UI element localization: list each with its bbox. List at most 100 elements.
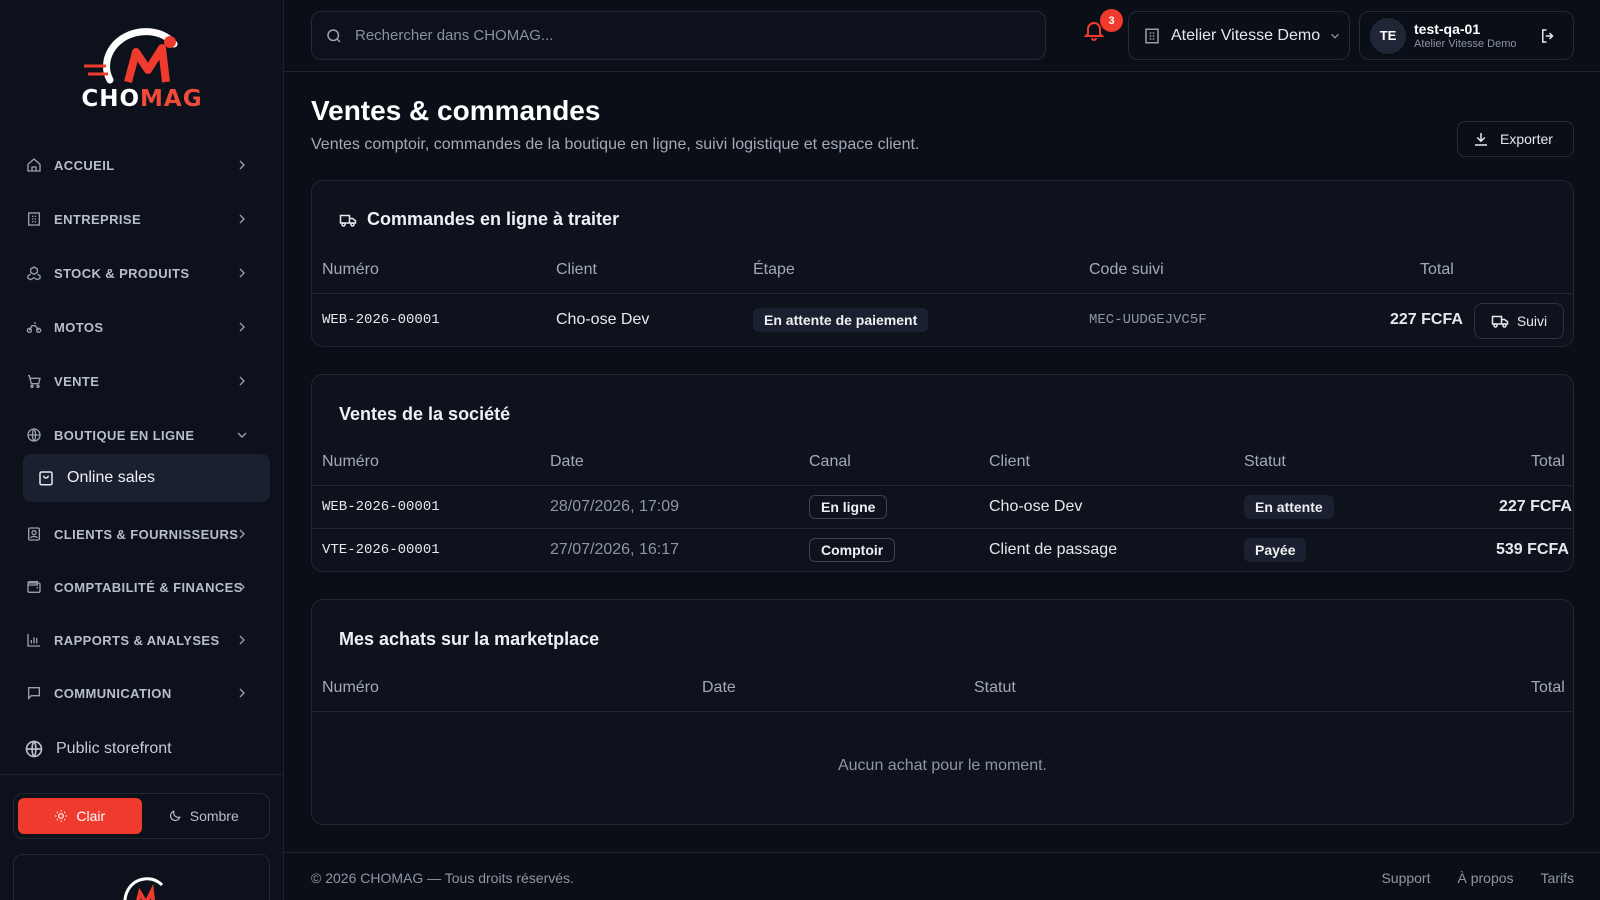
company-name: Atelier Vitesse Demo	[1171, 26, 1321, 44]
user-name: test-qa-01	[1414, 21, 1481, 37]
sidebar-item-accueil[interactable]: ACCUEIL	[24, 145, 264, 185]
track-button[interactable]: Suivi	[1474, 303, 1564, 339]
chevron-right-icon	[239, 322, 245, 332]
chevron-right-icon	[239, 635, 245, 645]
boxes-icon	[24, 263, 44, 283]
sidebar-item-label: STOCK & PRODUITS	[54, 265, 190, 281]
footer-link-pricing[interactable]: Tarifs	[1541, 870, 1574, 886]
sidebar-item-label: COMPTABILITÉ & FINANCES	[54, 579, 243, 595]
sale-number: VTE-2026-00001	[322, 542, 440, 558]
company-sales-title: Ventes de la société	[339, 404, 511, 424]
truck-icon	[1491, 315, 1509, 328]
chevron-right-icon	[239, 160, 245, 170]
column-header: Statut	[974, 679, 1016, 696]
sidebar-item-clients[interactable]: CLIENTS & FOURNISSEURS	[24, 514, 264, 554]
sale-client: Cho-ose Dev	[989, 498, 1083, 515]
chevron-right-icon	[239, 376, 245, 386]
moon-icon	[169, 810, 181, 821]
theme-toggle: Clair Sombre	[13, 793, 270, 839]
empty-state: Aucun achat pour le moment.	[837, 757, 1047, 774]
online-orders-title: Commandes en ligne à traiter	[339, 209, 619, 230]
stage-badge: En attente de paiement	[753, 308, 929, 332]
sidebar-item-label: COMMUNICATION	[54, 685, 172, 701]
sidebar-item-vente[interactable]: VENTE	[24, 361, 264, 401]
chevron-right-icon	[239, 582, 245, 592]
sidebar-item-communication[interactable]: COMMUNICATION	[24, 673, 264, 713]
row-divider	[312, 485, 1573, 486]
track-label: Suivi	[1516, 313, 1548, 329]
row-divider	[312, 711, 1573, 712]
sidebar-item-motos[interactable]: MOTOS	[24, 307, 264, 347]
logo-mark-small	[123, 877, 164, 900]
sidebar-item-stock[interactable]: STOCK & PRODUITS	[24, 253, 264, 293]
search-icon	[327, 28, 341, 43]
chomag-logo[interactable]: CHOMAG	[70, 22, 214, 118]
user-company: Atelier Vitesse Demo	[1414, 38, 1517, 50]
chevron-right-icon	[239, 214, 245, 224]
column-header: Date	[550, 453, 584, 470]
company-selector[interactable]: Atelier Vitesse Demo	[1128, 11, 1350, 60]
sidebar: CHOMAG ACCUEIL ENTREPRISE STOCK & PRODUI…	[0, 0, 284, 900]
status-badge: Payée	[1244, 538, 1307, 562]
row-divider	[312, 293, 1573, 294]
logout-icon[interactable]	[1539, 27, 1557, 45]
column-header: Date	[702, 679, 736, 696]
sidebar-item-label: CLIENTS & FOURNISSEURS	[54, 526, 239, 542]
card-title-text: Commandes en ligne à traiter	[367, 209, 620, 229]
chevron-right-icon	[239, 268, 245, 278]
theme-light-label: Clair	[76, 808, 106, 824]
page-title: Ventes & commandes	[311, 95, 601, 126]
sidebar-item-label: RAPPORTS & ANALYSES	[54, 632, 220, 648]
sale-client: Client de passage	[989, 541, 1118, 558]
order-client: Cho-ose Dev	[556, 311, 650, 328]
footer: © 2026 CHOMAG — Tous droits réservés. Su…	[284, 852, 1600, 900]
theme-light-button[interactable]: Clair	[18, 798, 142, 834]
sidebar-item-public-storefront[interactable]: Public storefront	[24, 729, 264, 769]
top-bar: 3 Atelier Vitesse Demo TE test-qa-01 Ate…	[284, 0, 1600, 72]
notification-badge: 3	[1100, 9, 1123, 32]
cart-icon	[24, 371, 44, 391]
shopping-bag-icon	[37, 469, 55, 487]
sidebar-item-boutique[interactable]: BOUTIQUE EN LIGNE	[24, 415, 264, 455]
channel-badge: En ligne	[809, 495, 888, 519]
export-button[interactable]: Exporter	[1457, 121, 1574, 157]
user-names: test-qa-01 Atelier Vitesse Demo	[1414, 21, 1517, 50]
column-header: Code suivi	[1089, 261, 1164, 278]
message-icon	[24, 683, 44, 703]
sun-icon	[55, 810, 68, 822]
sidebar-brand-card	[13, 854, 270, 900]
wallet-icon	[24, 577, 44, 597]
sidebar-item-label: Public storefront	[56, 740, 172, 757]
sidebar-item-entreprise[interactable]: ENTREPRISE	[24, 199, 264, 239]
sidebar-item-label: ENTREPRISE	[54, 211, 142, 227]
company-sales-card: Ventes de la société Numéro Date Canal C…	[311, 374, 1574, 572]
sidebar-subitem-label: Online sales	[67, 469, 156, 486]
column-header: Total	[1531, 453, 1565, 470]
sidebar-subitem-online-sales[interactable]: Online sales	[23, 454, 270, 502]
sale-number: WEB-2026-00001	[322, 499, 440, 515]
contacts-icon	[24, 524, 44, 544]
chevron-down-icon	[237, 432, 247, 438]
chevron-down-icon	[1331, 33, 1340, 39]
download-icon	[1475, 133, 1487, 146]
search-input[interactable]	[355, 27, 1015, 44]
sale-date: 28/07/2026, 17:09	[550, 498, 680, 515]
user-menu[interactable]: TE test-qa-01 Atelier Vitesse Demo	[1359, 11, 1574, 60]
column-header: Client	[556, 261, 597, 278]
channel-badge: Comptoir	[809, 538, 896, 562]
footer-link-support[interactable]: Support	[1381, 870, 1430, 886]
logo-mark	[84, 28, 178, 84]
export-label: Exporter	[1500, 131, 1553, 147]
building-icon	[1145, 28, 1159, 43]
column-header: Statut	[1244, 453, 1286, 470]
column-header: Total	[1531, 679, 1565, 696]
sale-total: 539 FCFA	[1496, 541, 1569, 558]
search-box[interactable]	[311, 11, 1046, 60]
footer-link-about[interactable]: À propos	[1458, 870, 1514, 886]
sidebar-item-rapports[interactable]: RAPPORTS & ANALYSES	[24, 620, 264, 660]
bike-icon	[24, 317, 44, 337]
theme-dark-button[interactable]: Sombre	[142, 798, 266, 834]
sidebar-item-comptabilite[interactable]: COMPTABILITÉ & FINANCES	[24, 567, 264, 607]
order-total: 227 FCFA	[1390, 311, 1463, 328]
chevron-right-icon	[239, 688, 245, 698]
